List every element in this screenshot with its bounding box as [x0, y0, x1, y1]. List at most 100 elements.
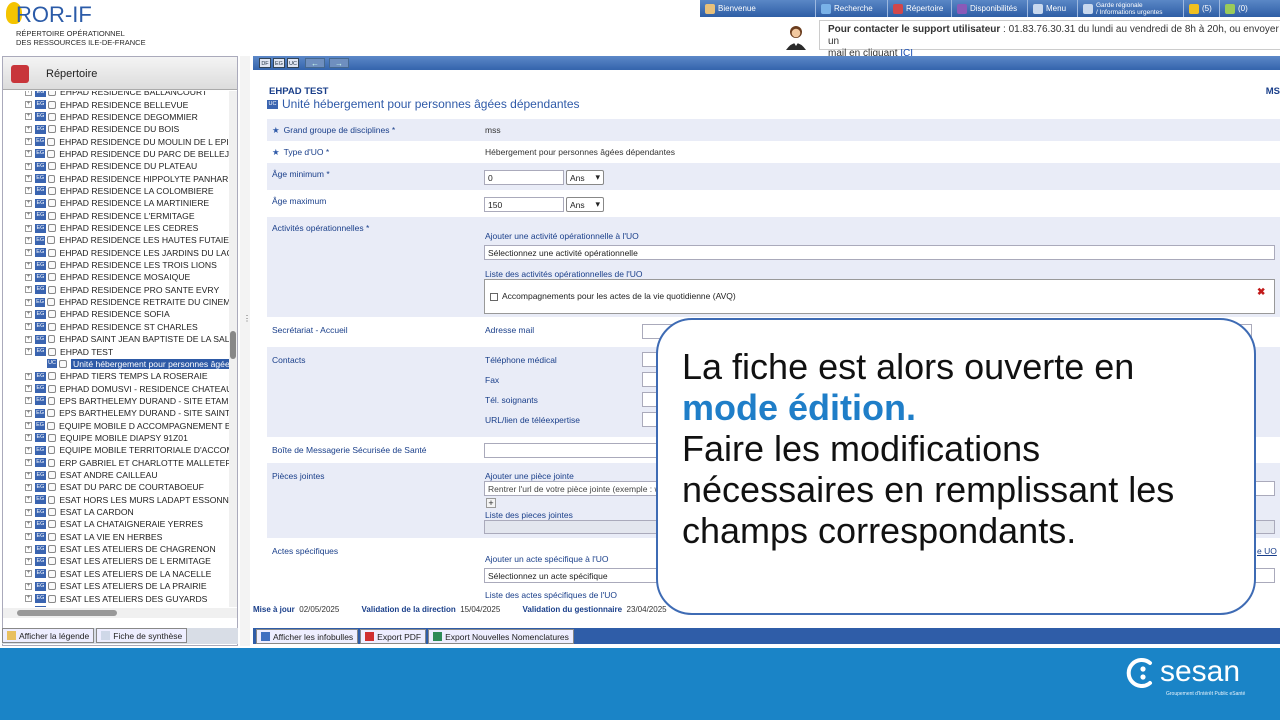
tree-item[interactable]: + EG ESAT LES ATELIERS DE LA NACELLE: [3, 568, 229, 580]
tree-item[interactable]: + EG ESAT LES ATELIERS DE LA PRAIRIE: [3, 580, 229, 592]
expand-icon[interactable]: +: [25, 434, 32, 442]
expand-icon[interactable]: +: [25, 385, 32, 393]
expand-icon[interactable]: +: [25, 409, 32, 417]
expand-icon[interactable]: +: [25, 533, 32, 541]
tree-item[interactable]: + EG EHPAD RESIDENCE DU BOIS: [3, 123, 229, 135]
tree-item-checkbox[interactable]: [47, 335, 56, 344]
age-max-input[interactable]: 150: [484, 197, 564, 212]
age-min-unit-select[interactable]: Ans: [566, 170, 604, 185]
panel-splitter[interactable]: ⋮: [240, 56, 251, 646]
tree-item-checkbox[interactable]: [48, 557, 56, 566]
delete-icon[interactable]: ✖: [1257, 287, 1265, 298]
tree-item-checkbox[interactable]: [48, 545, 56, 554]
tree-item[interactable]: + EG ESAT LA CARDON: [3, 506, 229, 518]
tree-item-checkbox[interactable]: [48, 211, 56, 220]
tree-item-checkbox[interactable]: [48, 91, 56, 97]
expand-icon[interactable]: +: [25, 138, 32, 146]
expand-icon[interactable]: +: [25, 545, 32, 553]
back-arrow-icon[interactable]: ←: [305, 58, 325, 68]
nav-garde-regionale[interactable]: Garde régionale / Informations urgentes: [1078, 0, 1184, 17]
tree-item-checkbox[interactable]: [47, 446, 56, 455]
tree-item-checkbox[interactable]: [48, 508, 56, 517]
tree-vertical-scrollbar[interactable]: [229, 91, 237, 607]
tree-item[interactable]: + EG EHPAD RESIDENCE DU PLATEAU: [3, 160, 229, 172]
tree-item[interactable]: + EG EPHAD DOMUSVI - RESIDENCE CHATEAU: [3, 382, 229, 394]
expand-icon[interactable]: +: [25, 224, 32, 232]
tree-item[interactable]: + EG ESAT HORS LES MURS LADAPT ESSONNE: [3, 494, 229, 506]
tree-item[interactable]: + EG EHPAD RESIDENCE LA COLOMBIERE: [3, 185, 229, 197]
expand-icon[interactable]: +: [25, 471, 32, 479]
tree-item[interactable]: + EG EHPAD RESIDENCE SOFIA: [3, 308, 229, 320]
tree-item[interactable]: + EG EHPAD RESIDENCE LES HAUTES FUTAIES: [3, 234, 229, 246]
form-right-label[interactable]: MS: [1266, 86, 1280, 97]
tree-item[interactable]: + EG EHPAD RESIDENCE DU PARC DE BELLEJA: [3, 148, 229, 160]
age-max-unit-select[interactable]: Ans: [566, 197, 604, 212]
expand-icon[interactable]: +: [25, 595, 32, 603]
tree-item[interactable]: + EG EHPAD RESIDENCE L'ERMITAGE: [3, 210, 229, 222]
tree-item-checkbox[interactable]: [48, 162, 56, 171]
tree-item-checkbox[interactable]: [48, 199, 56, 208]
show-tooltips-button[interactable]: Afficher les infobulles: [256, 629, 359, 644]
tree-item[interactable]: + EG EPS BARTHELEMY DURAND - SITE SAINTE: [3, 407, 229, 419]
tree-item[interactable]: + EG EHPAD RESIDENCE LES CEDRES: [3, 222, 229, 234]
forward-arrow-icon[interactable]: →: [329, 58, 349, 68]
tree-item-checkbox[interactable]: [47, 396, 56, 405]
tree-item[interactable]: + EG ESAT LA CHATAIGNERAIE YERRES: [3, 518, 229, 530]
nav-bienvenue[interactable]: Bienvenue: [700, 0, 816, 17]
tree-subitem[interactable]: +UCUnité hébergement pour personnes âgée…: [3, 358, 229, 370]
tree-item[interactable]: + EG ESAT LES ATELIERS DE L ERMITAGE: [3, 555, 229, 567]
activity-select[interactable]: Sélectionnez une activité opérationnelle: [484, 245, 1275, 260]
expand-icon[interactable]: +: [25, 212, 32, 220]
tree-item[interactable]: + EG EHPAD RESIDENCE DEGOMMIER: [3, 111, 229, 123]
tree-item[interactable]: + EG EHPAD SAINT JEAN BAPTISTE DE LA SALL: [3, 333, 229, 345]
tree-item[interactable]: + EG ESAT DU PARC DE COURTABOEUF: [3, 481, 229, 493]
nav-recherche[interactable]: Recherche: [816, 0, 888, 17]
tree-item-checkbox[interactable]: [48, 100, 56, 109]
tree-item-checkbox[interactable]: [48, 310, 56, 319]
tree-item-checkbox[interactable]: [47, 174, 56, 183]
tree-item-checkbox[interactable]: [47, 236, 56, 245]
tree-horizontal-scrollbar[interactable]: [3, 608, 237, 618]
expand-icon[interactable]: +: [25, 101, 32, 109]
tree-item[interactable]: + EG EHPAD TIERS TEMPS LA ROSERAIE: [3, 370, 229, 382]
tree-item-checkbox[interactable]: [47, 421, 56, 430]
expand-icon[interactable]: +: [25, 348, 32, 356]
tree-item-checkbox[interactable]: [48, 224, 56, 233]
tree-item-checkbox[interactable]: [47, 409, 56, 418]
show-legend-button[interactable]: Afficher la légende: [2, 628, 95, 643]
expand-icon[interactable]: +: [25, 459, 32, 467]
ror-if-logo[interactable]: ROR-IF RÉPERTOIRE OPÉRATIONNEL DES RESSO…: [4, 2, 204, 50]
tree-item-checkbox[interactable]: [48, 471, 56, 480]
expand-icon[interactable]: +: [25, 199, 32, 207]
expand-icon[interactable]: +: [25, 483, 32, 491]
nav-messages[interactable]: (0): [1220, 0, 1260, 17]
synthesis-sheet-button[interactable]: Fiche de synthèse: [96, 628, 188, 643]
tree-item-checkbox[interactable]: [47, 384, 56, 393]
tree-item-checkbox[interactable]: [48, 372, 56, 381]
age-min-input[interactable]: 0: [484, 170, 564, 185]
tree-item[interactable]: + EG EHPAD RESIDENCE RETRAITE DU CINEMA: [3, 296, 229, 308]
expand-icon[interactable]: +: [25, 286, 32, 294]
uc-button[interactable]: UC: [287, 58, 299, 68]
tree-item-checkbox[interactable]: [48, 273, 56, 282]
tree-item-checkbox[interactable]: [48, 594, 56, 603]
expand-icon[interactable]: +: [25, 446, 32, 454]
tree-item[interactable]: + EG EQUIPE MOBILE TERRITORIALE D'ACCOM: [3, 444, 229, 456]
expand-icon[interactable]: +: [25, 249, 32, 257]
tree-item[interactable]: + EG EPS BARTHELEMY DURAND - SITE ETAMP: [3, 395, 229, 407]
expand-icon[interactable]: +: [25, 175, 32, 183]
expand-icon[interactable]: +: [25, 372, 32, 380]
tree-item-checkbox[interactable]: [47, 248, 56, 257]
tree-item-checkbox[interactable]: [48, 569, 56, 578]
tree-item-checkbox[interactable]: [48, 483, 56, 492]
df-button[interactable]: DF: [259, 58, 271, 68]
expand-icon[interactable]: +: [25, 91, 32, 96]
expand-icon[interactable]: +: [25, 323, 32, 331]
tree-item[interactable]: + EG EHPAD RESIDENCE LES TROIS LIONS: [3, 259, 229, 271]
tree-item[interactable]: + EG EHPAD RESIDENCE ST CHARLES: [3, 321, 229, 333]
expand-icon[interactable]: +: [25, 273, 32, 281]
tree-item[interactable]: + EG EHPAD RESIDENCE LES JARDINS DU LAC: [3, 247, 229, 259]
tree-item-checkbox[interactable]: [48, 112, 56, 121]
tree-item[interactable]: + EG ESAT LES ATELIERS DE CHAGRENON: [3, 543, 229, 555]
tree-item[interactable]: + EG EHPAD RESIDENCE LA MARTINIERE: [3, 197, 229, 209]
